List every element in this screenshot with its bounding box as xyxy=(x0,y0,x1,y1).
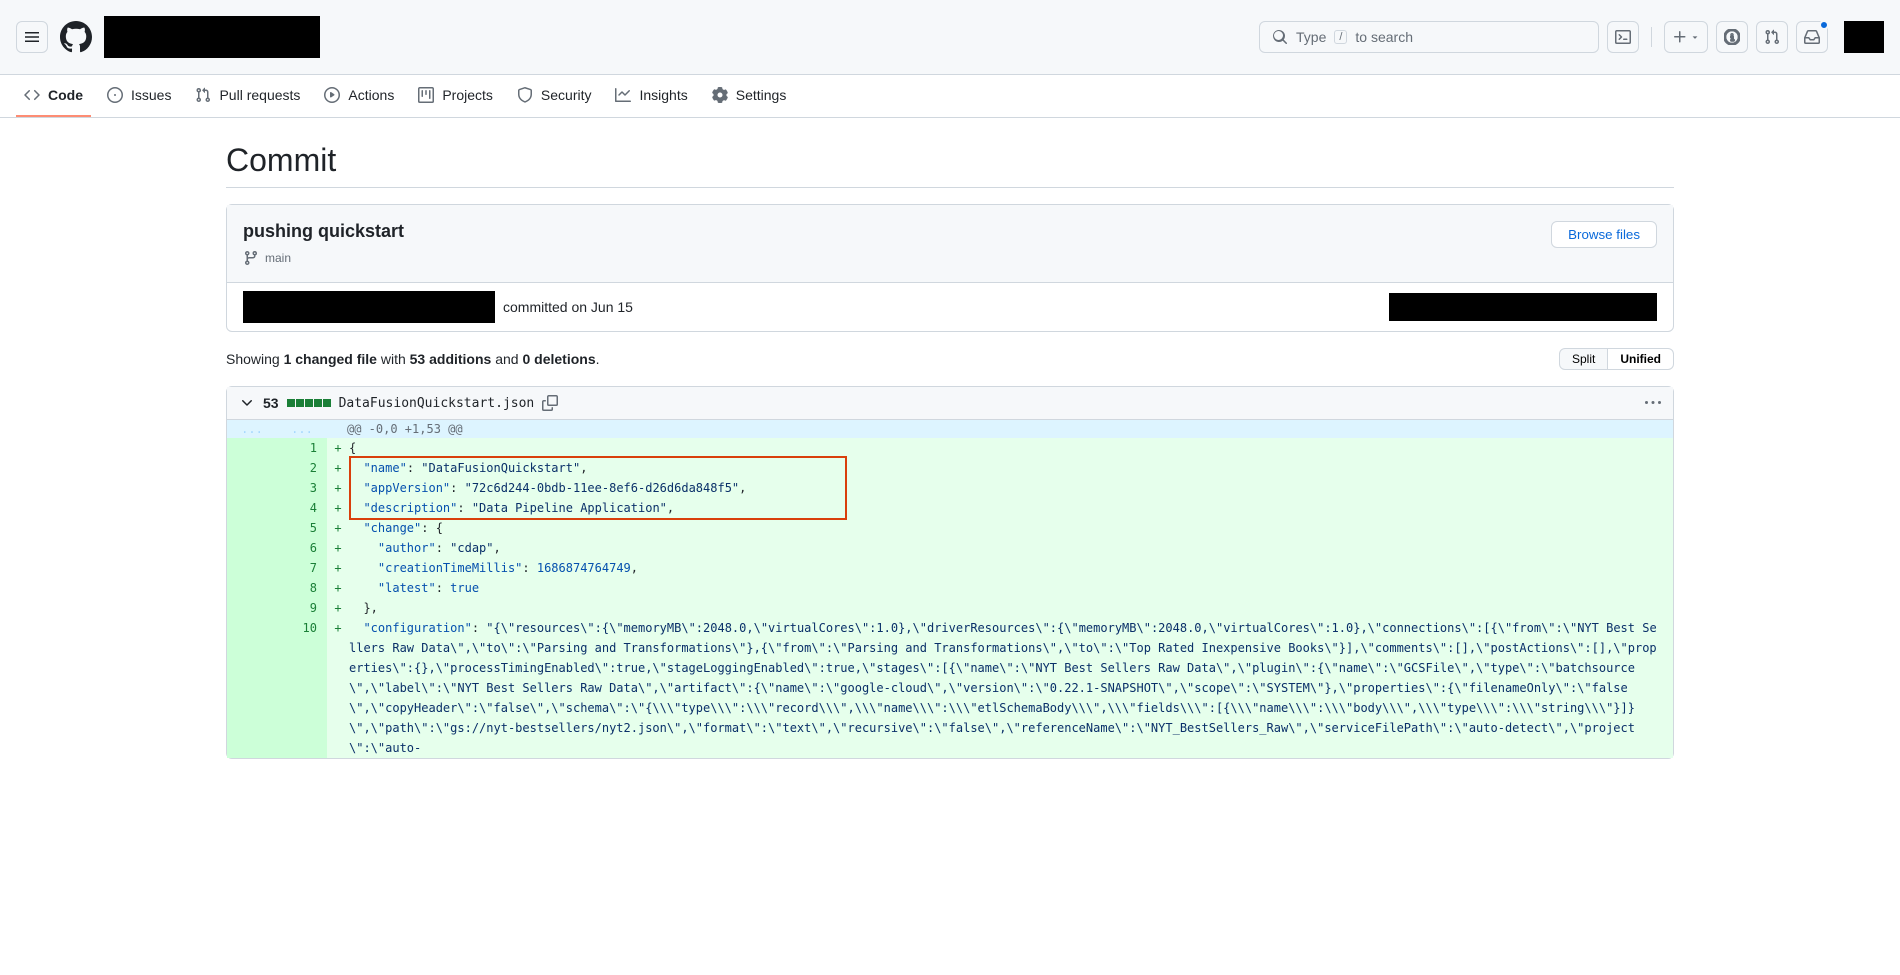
search-placeholder-suffix: to search xyxy=(1355,29,1413,45)
nav-issues[interactable]: Issues xyxy=(99,75,179,117)
nav-pulls-label: Pull requests xyxy=(219,87,300,103)
nav-code[interactable]: Code xyxy=(16,75,91,117)
page-title: Commit xyxy=(226,142,1674,188)
gear-icon xyxy=(712,87,728,103)
diff-line: 7+ "creationTimeMillis": 1686874764749, xyxy=(227,558,1673,578)
nav-code-label: Code xyxy=(48,87,83,103)
diff-line: 4+ "description": "Data Pipeline Applica… xyxy=(227,498,1673,518)
commit-sha-redacted xyxy=(1389,293,1657,321)
search-placeholder-prefix: Type xyxy=(1296,29,1326,45)
nav-insights-label: Insights xyxy=(639,87,687,103)
nav-actions[interactable]: Actions xyxy=(316,75,402,117)
code-icon xyxy=(24,87,40,103)
hamburger-icon xyxy=(24,29,40,45)
diff-line: 3+ "appVersion": "72c6d244-0bdb-11ee-8ef… xyxy=(227,478,1673,498)
graph-icon xyxy=(615,87,631,103)
github-logo[interactable] xyxy=(60,21,92,53)
nav-insights[interactable]: Insights xyxy=(607,75,695,117)
search-kbd: / xyxy=(1334,30,1347,44)
diff-summary: Showing 1 changed file with 53 additions… xyxy=(226,351,600,367)
search-input[interactable]: Type / to search xyxy=(1259,21,1599,53)
nav-security[interactable]: Security xyxy=(509,75,600,117)
nav-settings[interactable]: Settings xyxy=(704,75,795,117)
split-view-button[interactable]: Split xyxy=(1559,348,1608,370)
create-new-button[interactable] xyxy=(1664,21,1708,53)
diff-line: 2+ "name": "DataFusionQuickstart", xyxy=(227,458,1673,478)
hamburger-menu[interactable] xyxy=(16,21,48,53)
diff-file-box: 53 DataFusionQuickstart.json ... ... @@ … xyxy=(226,386,1674,759)
diff-stat-squares xyxy=(287,399,331,407)
file-changes-count: 53 xyxy=(263,395,279,411)
actions-icon xyxy=(324,87,340,103)
nav-pulls[interactable]: Pull requests xyxy=(187,75,308,117)
pulls-icon xyxy=(195,87,211,103)
repo-breadcrumb-redacted xyxy=(104,16,320,58)
user-avatar-redacted[interactable] xyxy=(1844,21,1884,53)
notification-indicator xyxy=(1819,20,1829,30)
commit-summary-box: pushing quickstart main Browse files com… xyxy=(226,204,1674,332)
nav-issues-label: Issues xyxy=(131,87,171,103)
pull-requests-button[interactable] xyxy=(1756,21,1788,53)
copy-icon[interactable] xyxy=(542,395,558,411)
issue-opened-icon xyxy=(1724,29,1740,45)
nav-projects[interactable]: Projects xyxy=(410,75,501,117)
diff-line: 10+ "configuration": "{\"resources\":{\"… xyxy=(227,618,1673,758)
committed-text: committed on Jun 15 xyxy=(503,299,633,315)
commit-title: pushing quickstart xyxy=(243,221,404,242)
projects-icon xyxy=(418,87,434,103)
diff-line: 8+ "latest": true xyxy=(227,578,1673,598)
nav-security-label: Security xyxy=(541,87,592,103)
divider xyxy=(1651,27,1652,47)
nav-projects-label: Projects xyxy=(442,87,493,103)
git-pull-request-icon xyxy=(1764,29,1780,45)
diff-line: 1+{ xyxy=(227,438,1673,458)
diff-view-toggle: Split Unified xyxy=(1559,348,1674,370)
filename[interactable]: DataFusionQuickstart.json xyxy=(339,396,535,411)
inbox-icon xyxy=(1804,29,1820,45)
plus-icon xyxy=(1672,29,1688,45)
author-redacted xyxy=(243,291,495,323)
terminal-icon xyxy=(1615,29,1631,45)
hunk-header-row: ... ... @@ -0,0 +1,53 @@ xyxy=(227,420,1673,438)
github-icon xyxy=(60,21,92,53)
command-palette-button[interactable] xyxy=(1607,21,1639,53)
branch-name[interactable]: main xyxy=(265,251,291,265)
search-icon xyxy=(1272,29,1288,45)
diff-content: ... ... @@ -0,0 +1,53 @@ 1+{2+ "name": "… xyxy=(227,420,1673,758)
browse-files-button[interactable]: Browse files xyxy=(1551,221,1657,248)
global-header: Type / to search xyxy=(0,0,1900,75)
notifications-button[interactable] xyxy=(1796,21,1828,53)
nav-actions-label: Actions xyxy=(348,87,394,103)
issues-button[interactable] xyxy=(1716,21,1748,53)
unified-view-button[interactable]: Unified xyxy=(1608,348,1674,370)
issues-icon xyxy=(107,87,123,103)
diff-line: 9+ }, xyxy=(227,598,1673,618)
nav-settings-label: Settings xyxy=(736,87,787,103)
diff-line: 5+ "change": { xyxy=(227,518,1673,538)
chevron-down-icon[interactable] xyxy=(239,395,255,411)
repo-navigation: Code Issues Pull requests Actions Projec… xyxy=(0,75,1900,118)
hunk-header: @@ -0,0 +1,53 @@ xyxy=(327,420,483,438)
shield-icon xyxy=(517,87,533,103)
chevron-down-icon xyxy=(1690,32,1700,42)
git-branch-icon xyxy=(243,250,259,266)
diff-line: 6+ "author": "cdap", xyxy=(227,538,1673,558)
kebab-icon[interactable] xyxy=(1645,395,1661,411)
